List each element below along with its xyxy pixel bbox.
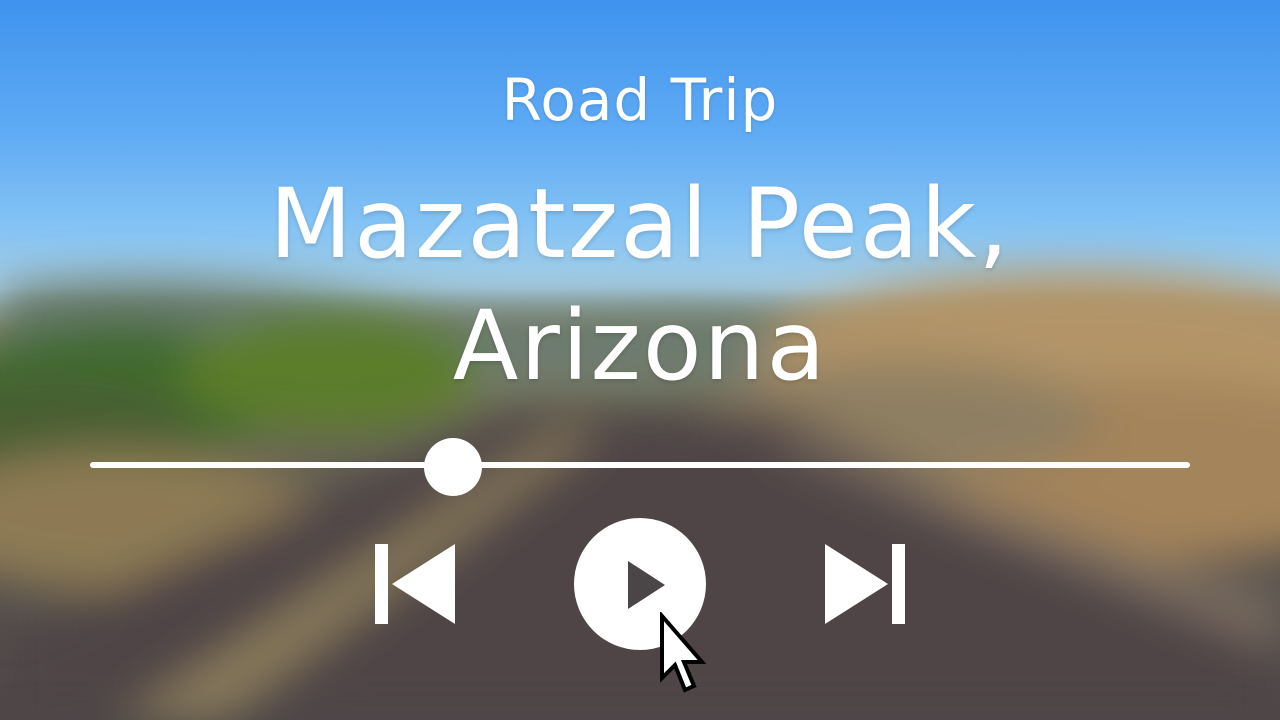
skip-next-button[interactable] <box>822 542 908 626</box>
progress-bar[interactable] <box>90 462 1190 468</box>
video-title-line2: Arizona <box>452 290 828 402</box>
skip-previous-button[interactable] <box>372 542 458 626</box>
skip-next-icon <box>825 544 905 624</box>
video-title: Mazatzal Peak, Arizona <box>0 163 1280 407</box>
skip-previous-icon <box>375 544 455 624</box>
progress-knob[interactable] <box>424 438 482 496</box>
video-title-line1: Mazatzal Peak, <box>269 168 1011 280</box>
video-subtitle: Road Trip <box>501 66 779 134</box>
mouse-pointer-icon <box>660 612 707 693</box>
